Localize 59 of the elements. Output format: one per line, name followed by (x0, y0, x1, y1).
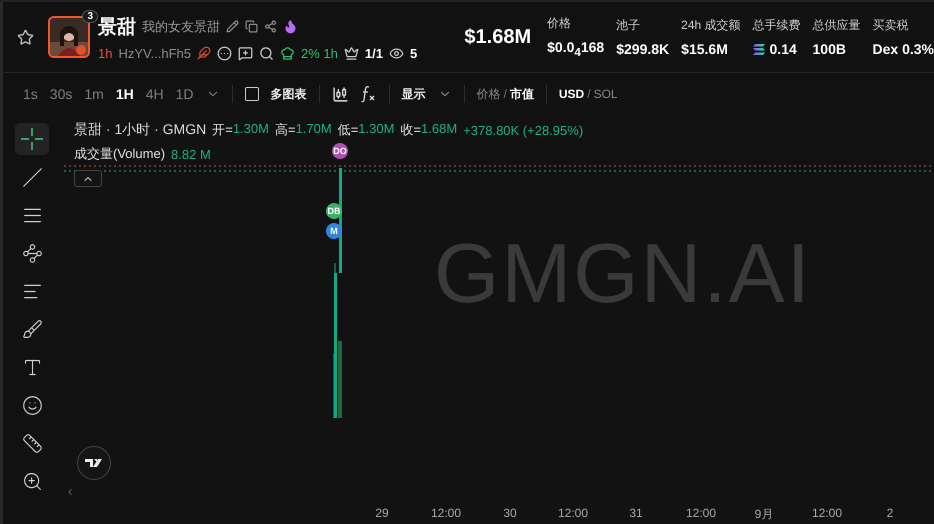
market-cap: $1.68M (464, 26, 532, 48)
ohlc-label: 开= (212, 121, 233, 139)
token-name: 景甜 (98, 16, 136, 40)
ohlc-value: 1.30M (232, 121, 269, 138)
chart-marker[interactable]: DB (326, 203, 342, 219)
stat-label: 买卖税 (872, 17, 910, 34)
slash-separator: / (504, 87, 507, 101)
volume-value: 8.82 M (171, 146, 211, 162)
chart-marker[interactable]: M (326, 223, 342, 239)
interval-tab[interactable]: 30s (50, 86, 72, 102)
currency-toggle[interactable]: SOL (594, 87, 618, 101)
stat-label: 池子 (616, 17, 642, 34)
ohlc-label: 高= (274, 121, 296, 139)
count-badge: 3 (82, 10, 98, 23)
stat-value: $0.0$_{4}$168 (547, 39, 604, 59)
axis-label: 9月 (754, 506, 774, 523)
axis-label: 2 (886, 506, 894, 520)
axis-label: 30 (503, 506, 517, 520)
price-mode-toggle[interactable]: 价格 (476, 86, 501, 103)
price-mode-toggle[interactable]: 市值 (510, 86, 534, 103)
ohlc-label: 低= (338, 121, 358, 139)
slash-separator: / (587, 87, 591, 101)
token-age: 1h (98, 46, 112, 60)
holders-count: 1/1 (364, 46, 383, 60)
checkbox-label: 多图表 (270, 86, 307, 102)
volume-label: 成交量(Volume) (74, 145, 166, 163)
stat-value: $15.6M (681, 41, 728, 57)
axis-label: 12:00 (686, 506, 716, 520)
axis-label: 12:00 (558, 506, 588, 520)
currency-toggle[interactable]: USD (558, 87, 584, 101)
token-address[interactable]: HzYV...hFh5 (118, 46, 191, 60)
stat-value: 100B (812, 41, 846, 57)
watchers-count: 5 (410, 46, 418, 60)
ohlc-label: 收= (400, 121, 422, 139)
dev-stat: 2% 1h (300, 46, 338, 60)
axis-label: 12:00 (812, 506, 842, 520)
stat-value: $299.8K (616, 41, 670, 57)
price-change: +378.80K (+28.95%) (463, 122, 584, 138)
stat-label: 价格 (547, 15, 572, 32)
interval-tab[interactable]: 1H (116, 86, 134, 102)
stat-label: 总供应量 (812, 17, 861, 34)
axis-label: 31 (629, 506, 643, 520)
interval-tab[interactable]: 1s (23, 86, 38, 102)
interval-tab[interactable]: 1m (84, 86, 104, 102)
interval-tab[interactable]: 4H (146, 86, 164, 102)
display-menu-label[interactable]: 显示 (402, 86, 426, 102)
stat-value: 0.14 (770, 41, 797, 57)
stat-label: 总手续费 (752, 17, 801, 34)
chart-marker[interactable]: DO (332, 143, 348, 159)
ohlc-value: 1.30M (358, 121, 394, 138)
chart-title: 景甜 · 1小时 · GMGN (74, 121, 206, 139)
ohlc-value: 1.68M (421, 121, 458, 138)
axis-label: 12:00 (430, 506, 462, 520)
token-subtitle: 我的女友景甜 (142, 18, 220, 36)
stat-value: Dex 0.3% (872, 41, 934, 57)
axis-label: 29 (375, 506, 389, 520)
ohlc-value: 1.70M (296, 121, 332, 138)
interval-tab[interactable]: 1D (176, 86, 194, 102)
stat-label: 24h 成交额 (681, 17, 741, 34)
